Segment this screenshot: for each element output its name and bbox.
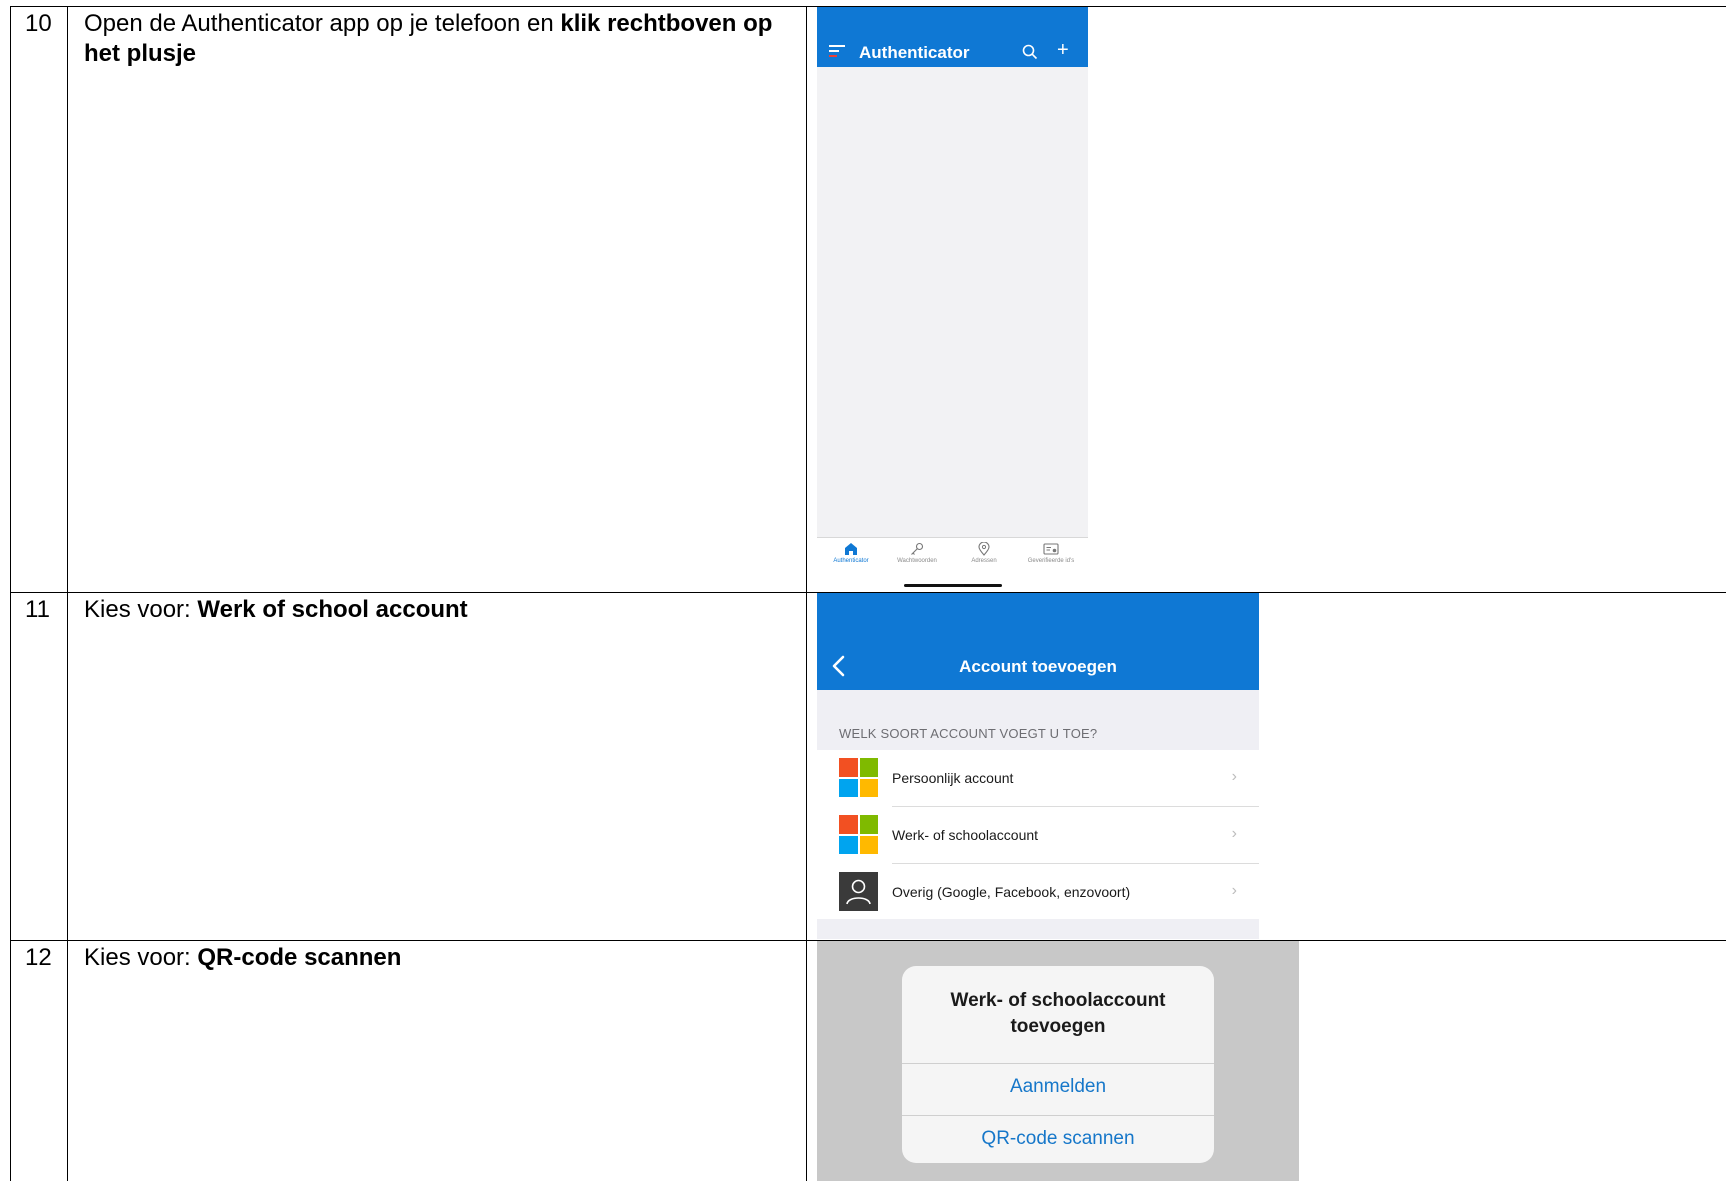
- section-header: WELK SOORT ACCOUNT VOEGT U TOE?: [839, 726, 1098, 741]
- column-divider-1: [67, 6, 68, 1181]
- list-item-label: Werk- of schoolaccount: [892, 827, 1039, 843]
- dialog-title-line: toevoegen: [1010, 1016, 1106, 1037]
- tab-label: Authenticator: [833, 558, 869, 564]
- list-item-label: Overig (Google, Facebook, enzovoort): [892, 884, 1131, 900]
- nav-bar: Account toevoegen: [817, 593, 1259, 690]
- table-border-left: [10, 6, 11, 1181]
- step-instruction: Kies voor: Werk of school account: [84, 595, 784, 625]
- tab-geverifieerde-ids[interactable]: Geverifieerde id's: [1017, 542, 1085, 564]
- step-instruction: Open de Authenticator app op je telefoon…: [84, 9, 784, 69]
- dialog-divider: [902, 1063, 1214, 1064]
- tab-authenticator[interactable]: Authenticator: [817, 542, 885, 564]
- list-item-persoonlijk-account[interactable]: Persoonlijk account ›: [817, 750, 1259, 806]
- column-divider-2: [806, 6, 807, 1181]
- dialog-title-line: Werk- of schoolaccount: [950, 990, 1166, 1011]
- list-item-label: Persoonlijk account: [892, 770, 1014, 786]
- dialog-divider: [902, 1115, 1214, 1116]
- app-title: Authenticator: [859, 43, 970, 62]
- id-card-icon: [1043, 543, 1059, 555]
- step-number: 10: [25, 10, 52, 37]
- step-instruction-emphasis: Werk of school account: [197, 596, 468, 623]
- chevron-right-icon: ›: [1231, 882, 1237, 899]
- list-item-werk-of-schoolaccount[interactable]: Werk- of schoolaccount ›: [817, 807, 1259, 863]
- action-dialog: Werk- of schoolaccount toevoegen Aanmeld…: [902, 966, 1214, 1163]
- app-bar: Authenticator +: [817, 7, 1088, 67]
- aanmelden-button[interactable]: Aanmelden: [902, 1076, 1214, 1098]
- search-icon[interactable]: [1022, 44, 1038, 60]
- add-account-screenshot: Account toevoegen WELK SOORT ACCOUNT VOE…: [817, 593, 1259, 939]
- microsoft-logo-icon: [839, 758, 878, 797]
- step-instruction-text: Kies voor:: [84, 596, 198, 623]
- step-instruction-text: Kies voor:: [84, 944, 198, 971]
- step-instruction: Kies voor: QR-code scannen: [84, 943, 784, 973]
- qr-code-scannen-button[interactable]: QR-code scannen: [902, 1128, 1214, 1150]
- bottom-tab-bar: Authenticator Wachtwoorden Adressen Geve…: [817, 537, 1088, 592]
- tab-adressen[interactable]: Adressen: [950, 542, 1018, 564]
- step-instruction-emphasis: QR-code scannen: [197, 944, 402, 971]
- list-item-overig[interactable]: Overig (Google, Facebook, enzovoort) ›: [817, 864, 1259, 920]
- location-pin-icon: [978, 542, 990, 556]
- person-icon: [839, 872, 878, 911]
- key-icon: [911, 542, 924, 555]
- step-number: 11: [25, 596, 50, 623]
- menu-icon[interactable]: [829, 45, 845, 59]
- authenticator-home-screenshot: Authenticator + Authenticator Wachtwoord…: [817, 7, 1088, 592]
- chevron-right-icon: ›: [1231, 825, 1237, 842]
- tab-label: Geverifieerde id's: [1027, 558, 1075, 564]
- home-icon: [845, 543, 857, 555]
- tab-label: Wachtwoorden: [897, 558, 937, 564]
- account-type-list: Persoonlijk account › Werk- of schoolacc…: [817, 750, 1259, 919]
- action-sheet-screenshot: Werk- of schoolaccount toevoegen Aanmeld…: [817, 941, 1299, 1181]
- step-instruction-text: Open de Authenticator app op je telefoon…: [84, 10, 561, 37]
- home-indicator: [904, 584, 1002, 587]
- dialog-title: Werk- of schoolaccount toevoegen: [902, 988, 1214, 1040]
- tab-wachtwoorden[interactable]: Wachtwoorden: [883, 542, 951, 564]
- tab-label: Adressen: [971, 558, 997, 564]
- plus-icon[interactable]: +: [1057, 40, 1069, 60]
- chevron-right-icon: ›: [1231, 768, 1237, 785]
- page-title: Account toevoegen: [959, 657, 1117, 676]
- microsoft-logo-icon: [839, 815, 878, 854]
- step-number: 12: [25, 944, 52, 971]
